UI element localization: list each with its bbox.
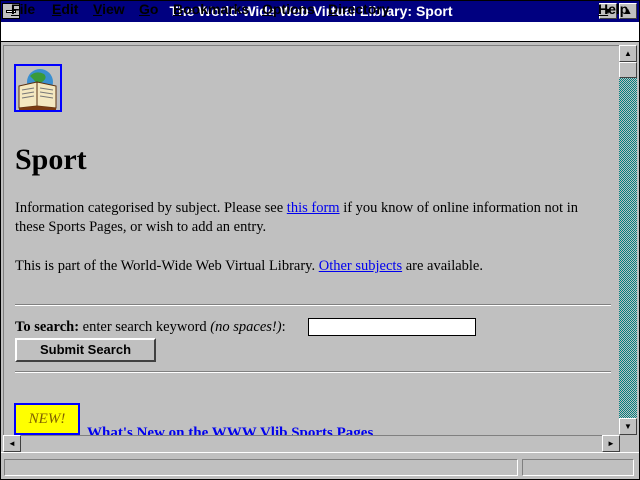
menu-edit[interactable]: Edit bbox=[52, 0, 78, 19]
progress-field bbox=[522, 459, 634, 476]
divider bbox=[15, 304, 611, 306]
horizontal-scrollbar[interactable] bbox=[3, 435, 619, 452]
scroll-left-button[interactable]: ◄ bbox=[3, 435, 21, 452]
search-label-text: enter search keyword bbox=[79, 319, 211, 335]
logo-graphic bbox=[18, 69, 57, 110]
search-input[interactable] bbox=[308, 318, 476, 336]
search-label-italic: (no spaces!) bbox=[210, 319, 282, 335]
menu-directory[interactable]: Directory bbox=[328, 0, 389, 19]
vertical-scrollbar[interactable] bbox=[619, 45, 637, 435]
divider bbox=[15, 371, 611, 373]
menu-help[interactable]: Help bbox=[598, 0, 628, 19]
intro-text: Information categorised by subject. Plea… bbox=[15, 200, 287, 216]
virtual-library-paragraph: This is part of the World-Wide Web Virtu… bbox=[15, 257, 605, 276]
other-subjects-link[interactable]: Other subjects bbox=[319, 258, 402, 274]
menu-go[interactable]: Go bbox=[139, 0, 158, 19]
whats-new-link[interactable]: What's New on the WWW Vlib Sports Pages bbox=[87, 424, 373, 435]
vertical-scroll-thumb[interactable] bbox=[619, 62, 637, 78]
scroll-right-button[interactable]: ► bbox=[602, 435, 620, 452]
intro-paragraph: Information categorised by subject. Plea… bbox=[15, 199, 605, 237]
menu-view[interactable]: View bbox=[93, 0, 125, 19]
search-label-colon: : bbox=[281, 319, 286, 335]
submit-search-button[interactable]: Submit Search bbox=[15, 338, 156, 362]
new-badge-icon[interactable]: NEW! bbox=[14, 403, 80, 435]
menu-bookmarks[interactable]: Bookmarks bbox=[173, 0, 249, 19]
status-text-field bbox=[4, 459, 518, 476]
scroll-up-button[interactable]: ▲ bbox=[619, 45, 637, 62]
page-heading: Sport bbox=[15, 143, 87, 176]
menu-options[interactable]: Options bbox=[262, 0, 315, 19]
menu-file[interactable]: File bbox=[11, 0, 35, 19]
search-label: To search: enter search keyword (no spac… bbox=[15, 318, 286, 336]
search-label-bold: To search: bbox=[15, 319, 80, 335]
document-view[interactable]: Sport Information categorised by subject… bbox=[3, 45, 619, 435]
open-book-globe-icon[interactable] bbox=[14, 64, 62, 112]
this-form-link[interactable]: this form bbox=[287, 200, 340, 216]
part-text: This is part of the World-Wide Web Virtu… bbox=[15, 258, 319, 274]
part-text-cont: are available. bbox=[402, 258, 483, 274]
menu-bar bbox=[0, 22, 640, 42]
scroll-down-button[interactable]: ▼ bbox=[619, 418, 637, 435]
